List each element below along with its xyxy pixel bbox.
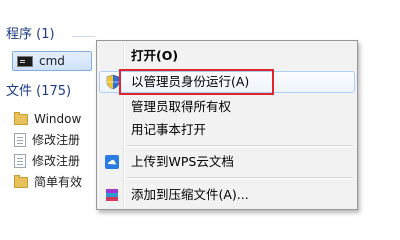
menu-separator	[127, 145, 353, 147]
document-icon	[14, 154, 26, 168]
result-item-label: 修改注册	[32, 133, 81, 147]
menu-item-take-ownership[interactable]: 管理员取得所有权	[99, 96, 355, 118]
result-item-label: Window	[34, 112, 82, 126]
archive-icon	[104, 187, 120, 203]
result-item-label: cmd	[39, 54, 65, 68]
result-item-file[interactable]: Window	[14, 110, 81, 128]
menu-item-run-as-admin[interactable]: 以管理员身份运行(A)	[99, 71, 355, 93]
files-group-header[interactable]: 文件 (175)	[6, 83, 71, 101]
menu-item-open[interactable]: 打开(O)	[99, 45, 355, 67]
menu-item-add-archive[interactable]: 添加到压缩文件(A)...	[99, 184, 355, 206]
menu-item-upload-wps[interactable]: 上传到WPS云文档	[99, 151, 355, 173]
wps-cloud-icon	[104, 154, 120, 170]
menu-item-label: 以管理员身份运行(A)	[131, 74, 250, 89]
search-results-window: 程序 (1) cmd 文件 (175) Window 修改注册 修改注册 简单有…	[0, 0, 400, 210]
document-icon	[14, 133, 26, 147]
menu-item-label: 上传到WPS云文档	[131, 154, 234, 169]
menu-item-label: 添加到压缩文件(A)...	[131, 187, 249, 202]
result-item-file[interactable]: 简单有效	[14, 173, 82, 191]
folder-icon	[14, 111, 28, 125]
menu-separator	[127, 177, 353, 179]
programs-group-header[interactable]: 程序 (1)	[6, 26, 55, 44]
result-item-cmd[interactable]: cmd	[12, 51, 92, 71]
result-item-file[interactable]: 修改注册	[14, 152, 80, 170]
uac-shield-icon	[105, 74, 121, 90]
context-menu: 打开(O) 以管理员身份运行(A) 管理员取得所有权 用记事本打开 上传到WPS…	[96, 40, 358, 210]
cmd-icon	[17, 55, 33, 67]
menu-item-open-notepad[interactable]: 用记事本打开	[99, 119, 355, 141]
result-item-file[interactable]: 修改注册	[14, 131, 80, 149]
result-item-label: 修改注册	[32, 154, 81, 168]
result-item-label: 简单有效	[34, 175, 83, 189]
programs-group-divider	[72, 36, 95, 37]
folder-icon	[14, 174, 28, 188]
